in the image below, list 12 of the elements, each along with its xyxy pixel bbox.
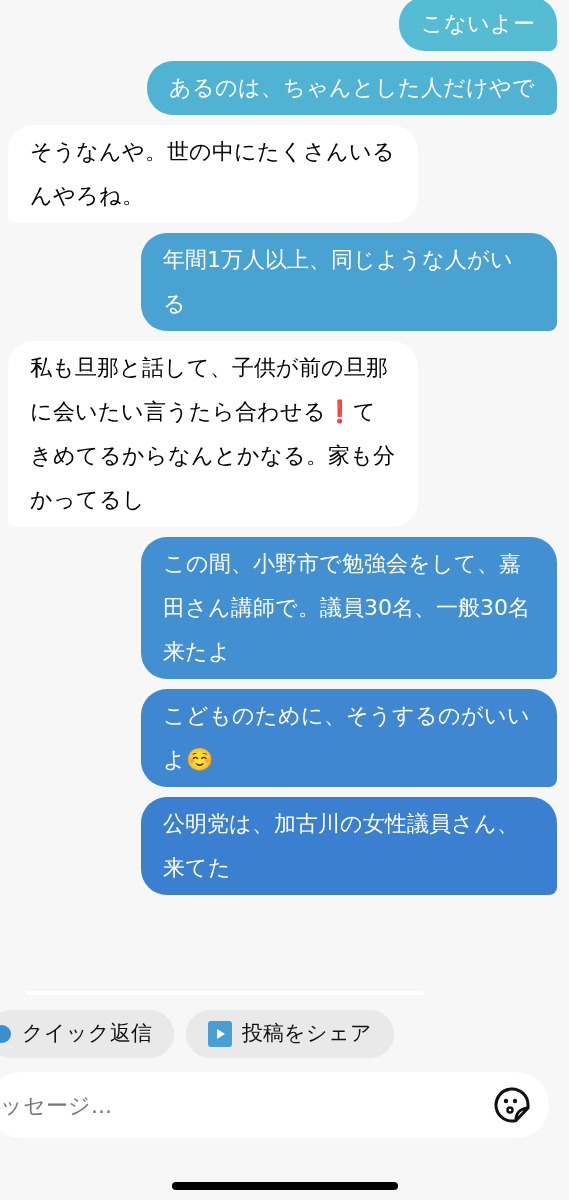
received-message-bubble: そうなんや。世の中にたくさんいるんやろね。 [8, 125, 418, 223]
message-input[interactable]: ッセージ... [0, 1088, 493, 1122]
sent-message-bubble: 年間1万人以上、同じような人がいる [141, 233, 557, 331]
share-post-button[interactable]: 投稿をシェア [186, 1010, 394, 1058]
sent-message-bubble: こないよー [399, 0, 557, 51]
quick-reply-button[interactable]: クイック返信 [0, 1010, 174, 1058]
sent-message-bubble: この間、小野市で勉強会をして、嘉田さん講師で。議員30名、一般30名来たよ [141, 537, 557, 679]
message-field[interactable]: ッセージ... [0, 1072, 549, 1138]
sent-message-bubble: 公明党は、加古川の女性議員さん、来てた [141, 797, 557, 895]
sent-message-bubble: あるのは、ちゃんとした人だけやで [147, 61, 557, 115]
sent-message-bubble: こどものために、そうするのがいいよ☺ [141, 689, 557, 787]
received-message-bubble: 私も旦那と話して、子供が前の旦那に会いたい言うたら合わせる❗てきめてるからなんとかなる。家も分かってるし [8, 341, 418, 527]
